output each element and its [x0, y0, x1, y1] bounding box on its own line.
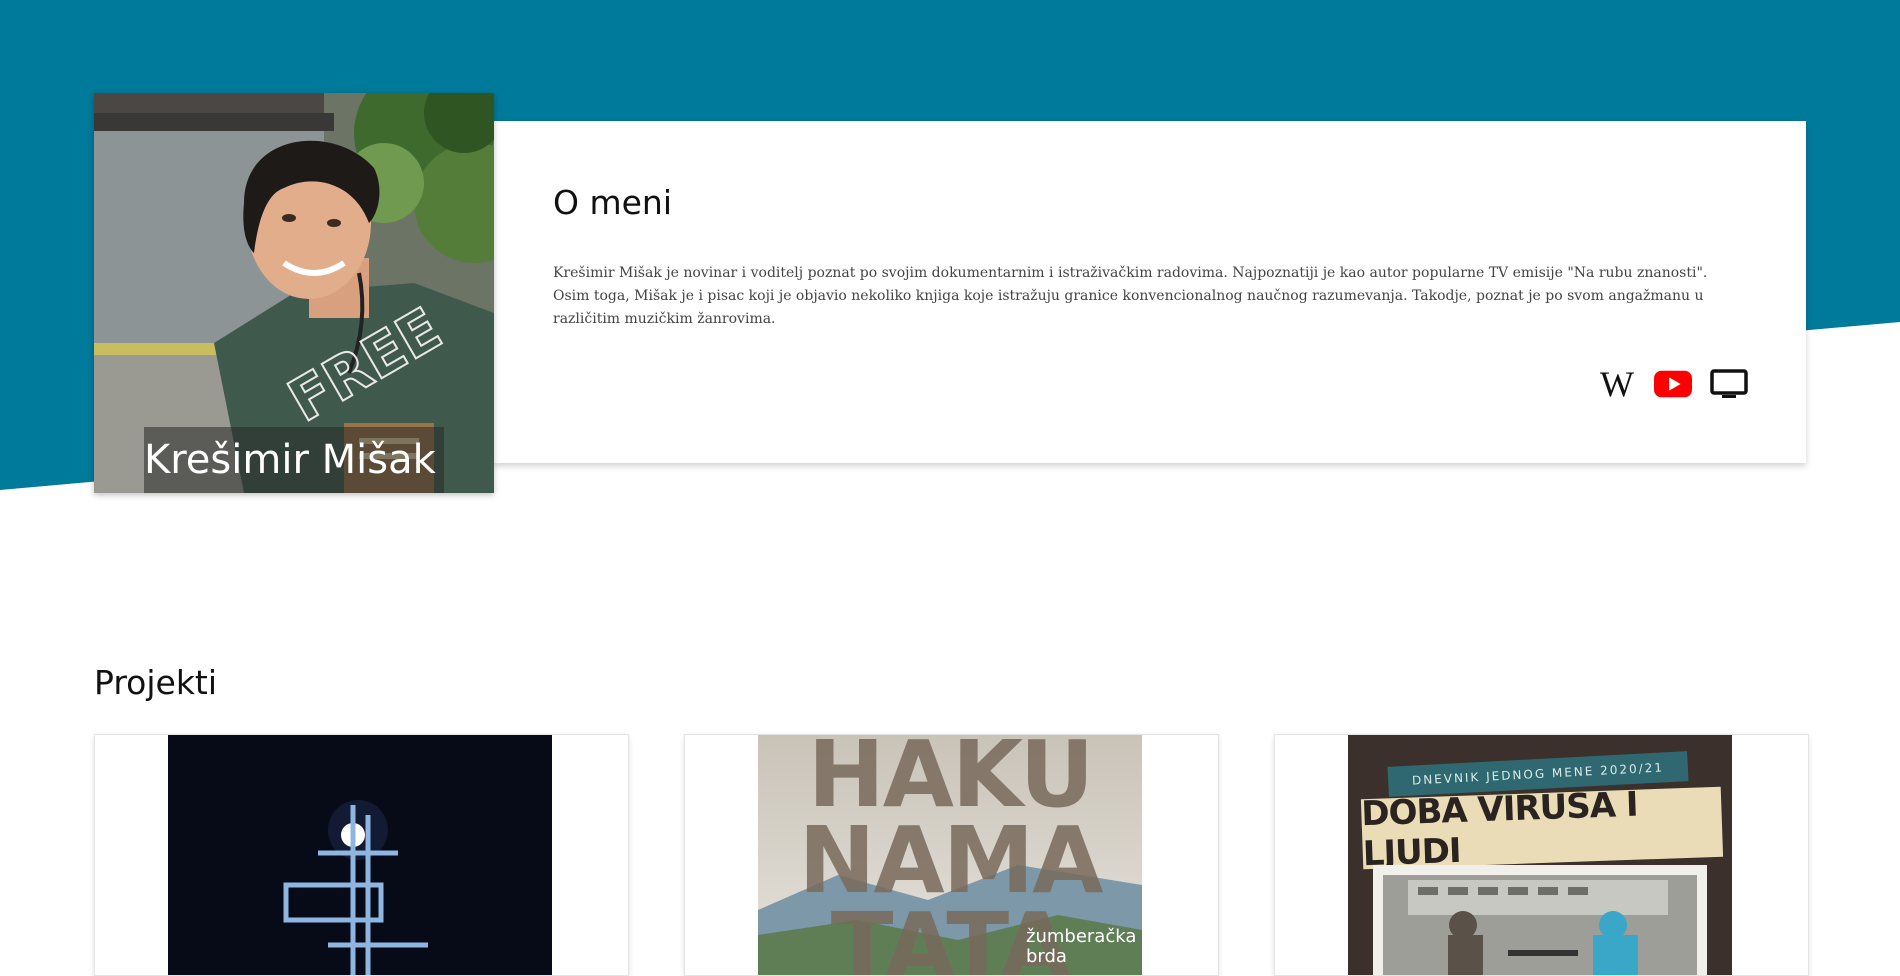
project-card-1[interactable]	[94, 734, 629, 976]
project-card-2[interactable]: HAKU NAMA TATA žumberačka brda	[684, 734, 1219, 976]
project-cover-3: DNEVNIK JEDNOG MENE 2020/21 DOBA VIRUSA …	[1348, 735, 1732, 975]
project-card-3[interactable]: DNEVNIK JEDNOG MENE 2020/21 DOBA VIRUSA …	[1274, 734, 1809, 976]
about-card: O meni Krešimir Mišak je novinar i vodit…	[494, 121, 1806, 463]
project-cover-1	[168, 735, 552, 975]
wikipedia-glyph: W	[1600, 364, 1634, 404]
cover-title: DOBA VIRUSA I LJUDI	[1361, 785, 1724, 874]
tv-icon[interactable]	[1710, 369, 1748, 399]
wikipedia-icon[interactable]: W	[1598, 364, 1636, 404]
projects-title: Projekti	[94, 663, 218, 702]
youtube-icon[interactable]	[1654, 369, 1692, 399]
cover-subtitle: žumberačka brda	[1026, 926, 1137, 967]
social-links: W	[1598, 364, 1748, 404]
project-cover-2: HAKU NAMA TATA žumberačka brda	[758, 735, 1142, 975]
profile-photo: FREE Krešimir Mišak	[94, 93, 494, 493]
profile-name: Krešimir Mišak	[144, 427, 444, 493]
about-text: Krešimir Mišak je novinar i voditelj poz…	[553, 265, 1708, 327]
about-title: O meni	[553, 183, 672, 222]
